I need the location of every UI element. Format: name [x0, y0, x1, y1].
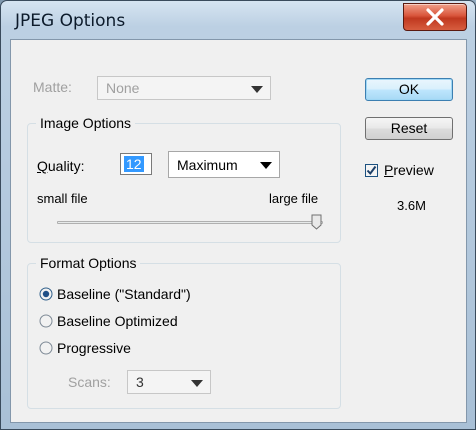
quality-label: Quality:	[37, 158, 85, 174]
quality-slider-thumb[interactable]	[311, 214, 322, 230]
ok-button[interactable]: OK	[365, 78, 453, 101]
chevron-down-icon	[251, 86, 263, 93]
large-file-label: large file	[269, 191, 319, 206]
option-baseline-standard-label: Baseline ("Standard")	[57, 286, 191, 302]
matte-label: Matte:	[33, 79, 72, 95]
small-file-label: small file	[37, 191, 88, 206]
scans-label: Scans:	[68, 374, 111, 390]
quality-value: 12	[124, 156, 144, 172]
format-options-legend: Format Options	[40, 255, 137, 271]
window-title: JPEG Options	[15, 11, 126, 31]
jpeg-options-dialog: JPEG Options Matte: None Image Options Q…	[0, 0, 476, 430]
chevron-down-icon	[191, 380, 203, 387]
file-size-readout: 3.6M	[397, 198, 426, 213]
title-bar[interactable]: JPEG Options	[1, 1, 475, 39]
reset-button[interactable]: Reset	[365, 117, 453, 140]
radio-progressive[interactable]	[39, 341, 53, 355]
radio-baseline-standard[interactable]	[39, 287, 53, 301]
quality-preset-value: Maximum	[177, 157, 238, 173]
close-icon	[426, 8, 444, 26]
matte-select[interactable]: None	[97, 76, 271, 100]
preview-checkbox[interactable]	[365, 164, 378, 177]
quality-input[interactable]: 12	[120, 153, 152, 175]
scans-select[interactable]: 3	[127, 370, 211, 394]
preview-label: Preview	[384, 162, 434, 178]
quality-slider-track[interactable]	[57, 221, 323, 224]
matte-value: None	[106, 80, 140, 96]
quality-preset-select[interactable]: Maximum	[168, 151, 280, 178]
scans-value: 3	[136, 374, 144, 390]
image-options-legend: Image Options	[40, 115, 132, 131]
dialog-client-area: Matte: None Image Options Quality: 12 Ma…	[10, 39, 467, 423]
option-progressive-label: Progressive	[57, 340, 131, 356]
chevron-down-icon	[260, 162, 272, 169]
checkmark-icon	[366, 165, 377, 176]
option-baseline-optimized-label: Baseline Optimized	[57, 313, 178, 329]
radio-baseline-optimized[interactable]	[39, 314, 53, 328]
close-button[interactable]	[403, 3, 467, 31]
